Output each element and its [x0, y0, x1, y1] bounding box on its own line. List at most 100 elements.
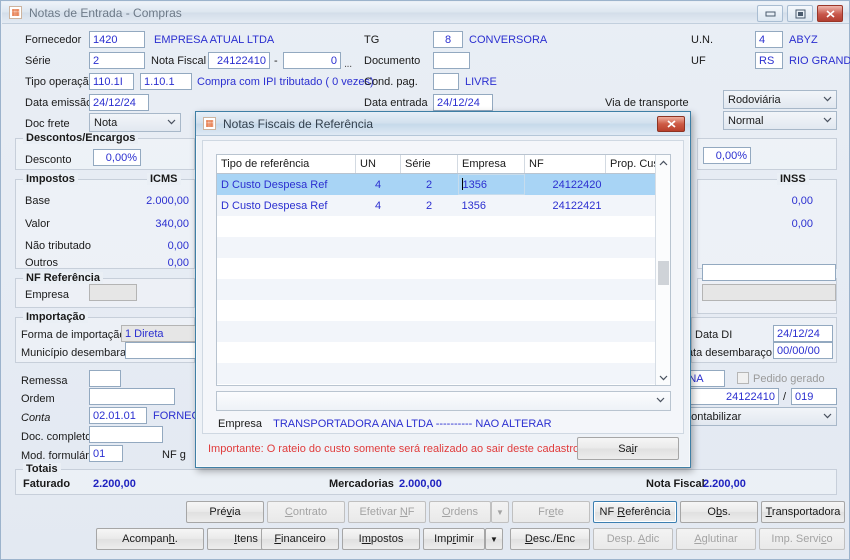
column-header-empresa[interactable]: Empresa — [457, 155, 525, 174]
tg-input[interactable]: 8 — [433, 31, 463, 48]
table-row-empty[interactable] — [217, 363, 670, 384]
cell-empresa[interactable]: 1356 — [457, 195, 525, 216]
button-impostos[interactable]: Impostos — [342, 528, 420, 550]
municipio-desembaraco-input[interactable] — [125, 342, 197, 359]
dialog-combo-select[interactable] — [216, 391, 671, 411]
tipo-operacao-cfop-input[interactable]: 1.10.1 — [140, 73, 192, 90]
dialog-sair-button[interactable]: Sair — [577, 437, 679, 460]
label-data-emissao: Data emissão — [25, 97, 93, 109]
doc-completo-input[interactable] — [89, 426, 163, 443]
mod-formulario-input[interactable]: 01 — [89, 445, 123, 462]
via-transporte-select[interactable]: Rodoviária — [723, 90, 837, 109]
maximize-button[interactable] — [787, 5, 813, 22]
cell-serie[interactable]: 2 — [400, 195, 458, 216]
nota-fiscal-input[interactable]: 24122410 — [208, 52, 270, 69]
close-button[interactable] — [817, 5, 843, 22]
table-row-empty[interactable] — [217, 321, 670, 342]
cell-tipo[interactable]: D Custo Despesa Ref — [217, 173, 356, 195]
data-entrada-input[interactable]: 24/12/24 — [433, 94, 493, 111]
un-input[interactable]: 4 — [755, 31, 783, 48]
label-remessa: Remessa — [21, 375, 68, 387]
cell-un[interactable]: 4 — [355, 173, 401, 195]
table-row-empty[interactable] — [217, 384, 670, 385]
desconto-right-input[interactable]: 0,00% — [703, 147, 751, 164]
documento-input[interactable] — [433, 52, 470, 69]
data-desembaraco-input[interactable]: 00/00/00 — [773, 342, 833, 359]
frete-tipo-select[interactable]: Normal — [723, 111, 837, 130]
button-transportadora[interactable]: Transportadora — [761, 501, 845, 523]
button-nf-referencia[interactable]: NF Referência — [593, 501, 677, 523]
grid-vertical-scrollbar[interactable] — [655, 155, 670, 385]
button-ordens-dropdown: ▼ — [491, 501, 509, 523]
cond-pag-input[interactable] — [433, 73, 459, 90]
data-emissao-input[interactable]: 24/12/24 — [89, 94, 149, 111]
contabilizar-select[interactable]: a Contabilizar — [669, 407, 837, 426]
button-impostos-label: Impostos — [358, 533, 404, 545]
scrollbar-thumb[interactable] — [658, 261, 669, 285]
desconto-input[interactable]: 0,00% — [93, 149, 141, 166]
cell-empresa-editing[interactable]: 1356 — [457, 173, 525, 195]
impostos-outros-icms: 0,00 — [167, 257, 189, 269]
cell-tipo[interactable]: D Custo Despesa Ref — [217, 195, 356, 216]
application-window: ▦ Notas de Entrada - Compras Fornecedor … — [0, 0, 850, 560]
conta-input[interactable]: 02.01.01 — [89, 407, 147, 424]
label-un: U.N. — [691, 34, 713, 46]
uf-description: RIO GRANDE DO SUL — [789, 55, 850, 67]
minimize-button[interactable] — [757, 5, 783, 22]
column-header-serie[interactable]: Série — [400, 155, 458, 174]
cell-un[interactable]: 4 — [355, 195, 401, 216]
button-financeiro[interactable]: Financeiro — [261, 528, 339, 550]
label-data-desembaraco: Data desembaraço — [679, 347, 772, 359]
cell-nf[interactable]: 24122420 — [524, 173, 606, 195]
ordem-input[interactable] — [89, 388, 175, 405]
dialog-warning-text: Importante: O rateio do custo somente se… — [208, 443, 583, 455]
forma-importacao-input[interactable]: 1 Direta — [121, 325, 197, 342]
referencias-grid[interactable]: Tipo de referência UN Série Empresa NF P… — [216, 154, 671, 386]
table-row[interactable]: D Custo Despesa Ref 4 2 1356 24122420 10… — [217, 173, 670, 195]
button-ordens: Ordens — [429, 501, 491, 523]
nota-fiscal-total-value: 2.200,00 — [703, 478, 746, 490]
nf-empresa-input[interactable] — [89, 284, 137, 301]
table-row-empty[interactable] — [217, 237, 670, 258]
nota-fiscal-browse-button[interactable]: ... — [344, 58, 352, 70]
nf-referencia-right-input[interactable] — [702, 264, 836, 281]
table-row-empty[interactable] — [217, 300, 670, 321]
pedido-gerado-checkbox[interactable] — [737, 372, 749, 384]
tipo-operacao-input[interactable]: 110.1I — [89, 73, 134, 90]
fornecedor-code-input[interactable]: 1420 — [89, 31, 145, 48]
dialog-sair-label: Sair — [618, 442, 638, 455]
button-desc-enc[interactable]: Desc./Enc — [510, 528, 590, 550]
table-row-empty[interactable] — [217, 258, 670, 279]
button-desc-enc-label: Desc./Enc — [524, 533, 576, 545]
faturado-value: 2.200,00 — [93, 478, 136, 490]
column-header-un[interactable]: UN — [355, 155, 401, 174]
table-row-empty[interactable] — [217, 216, 670, 237]
table-row-empty[interactable] — [217, 342, 670, 363]
button-imprimir-dropdown[interactable]: ▼ — [485, 528, 503, 550]
label-nf-empresa: Empresa — [25, 289, 70, 301]
button-efetivar-nf: Efetivar NF — [348, 501, 426, 523]
descontos-group-title: Descontos/Encargos — [23, 132, 139, 144]
cell-nf[interactable]: 24122421 — [524, 195, 606, 216]
cell-serie[interactable]: 2 — [400, 173, 458, 195]
cell-empresa-value: 1356 — [462, 179, 487, 191]
data-di-input[interactable]: 24/12/24 — [773, 325, 833, 342]
uf-input[interactable]: RS — [755, 52, 783, 69]
button-obs[interactable]: Obs. — [680, 501, 758, 523]
nota-fiscal-secondary-input[interactable]: 0 — [283, 52, 341, 69]
button-imprimir[interactable]: Imprimir — [423, 528, 485, 550]
remessa-input[interactable] — [89, 370, 121, 387]
button-previa[interactable]: Prévia — [186, 501, 264, 523]
doc-frete-select[interactable]: Nota — [89, 113, 181, 132]
button-acompanh[interactable]: Acompanh. — [96, 528, 204, 550]
table-row-empty[interactable] — [217, 279, 670, 300]
chevron-down-icon[interactable] — [656, 370, 670, 385]
chevron-up-icon[interactable] — [656, 155, 670, 170]
column-header-nf[interactable]: NF — [524, 155, 606, 174]
chevron-down-icon — [656, 397, 665, 403]
nf-serie-input[interactable]: 019 — [791, 388, 837, 405]
dialog-close-button[interactable] — [657, 116, 685, 132]
column-header-tipo[interactable]: Tipo de referência — [217, 155, 356, 174]
table-row[interactable]: D Custo Despesa Ref 4 2 1356 24122421 20… — [217, 195, 670, 216]
serie-input[interactable]: 2 — [89, 52, 145, 69]
